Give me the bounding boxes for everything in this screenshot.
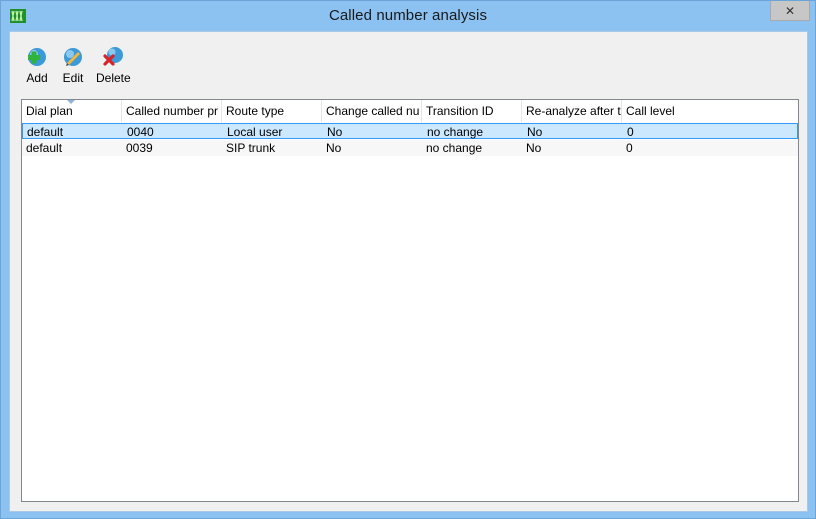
col-header-transition-id[interactable]: Transition ID	[422, 100, 522, 122]
cell-dial-plan: default	[26, 141, 63, 155]
window-title: Called number analysis	[328, 7, 488, 24]
title-bar[interactable]: Called number analysis ✕	[1, 1, 815, 31]
close-button[interactable]: ✕	[770, 1, 810, 21]
delete-label: Delete	[96, 71, 131, 85]
edit-label: Edit	[62, 71, 84, 85]
toolbar: Add Edit Delete	[10, 46, 135, 96]
cell-route-type: Local user	[227, 125, 283, 139]
cell-call-level: 0	[627, 125, 634, 139]
col-header-route-type[interactable]: Route type	[222, 100, 322, 122]
cell-reanalyze: No	[527, 125, 543, 139]
cell-reanalyze: No	[526, 141, 542, 155]
col-header-called-number[interactable]: Called number pr	[122, 100, 222, 122]
table-row[interactable]: default 0040 Local user No no change No …	[22, 123, 798, 139]
sort-arrow-icon	[67, 100, 75, 104]
delete-icon	[103, 47, 124, 66]
cell-transition-id: no change	[427, 125, 484, 139]
cell-call-level: 0	[626, 141, 633, 155]
cell-called-number: 0040	[127, 125, 154, 139]
close-icon: ✕	[784, 3, 796, 18]
cell-dial-plan: default	[27, 125, 64, 139]
add-label: Add	[26, 71, 48, 85]
add-button[interactable]: Add	[22, 46, 52, 96]
col-header-call-level[interactable]: Call level	[622, 100, 798, 122]
table-row[interactable]: default 0039 SIP trunk No no change No 0	[22, 140, 798, 156]
cell-route-type: SIP trunk	[226, 141, 276, 155]
called-number-list[interactable]: Dial plan Called number pr Route type Ch…	[21, 99, 799, 502]
col-header-reanalyze[interactable]: Re-analyze after t	[522, 100, 622, 122]
delete-button[interactable]: Delete	[92, 46, 135, 96]
client-area: Add Edit Delete Dial plan Called number …	[9, 31, 808, 512]
cell-called-number: 0039	[126, 141, 153, 155]
col-header-change-called[interactable]: Change called nu	[322, 100, 422, 122]
cell-change-called: No	[327, 125, 343, 139]
edit-button[interactable]: Edit	[58, 46, 88, 96]
col-header-dial-plan[interactable]: Dial plan	[22, 100, 122, 122]
cell-change-called: No	[326, 141, 342, 155]
cell-transition-id: no change	[426, 141, 483, 155]
list-header: Dial plan Called number pr Route type Ch…	[22, 100, 798, 122]
add-icon	[28, 48, 46, 66]
app-window: Called number analysis ✕ Add Edit Delete…	[0, 0, 816, 519]
edit-icon	[64, 48, 82, 66]
